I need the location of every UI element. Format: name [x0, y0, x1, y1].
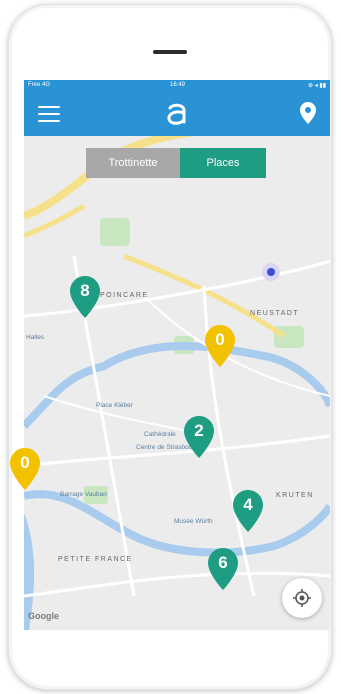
hamburger-icon[interactable] — [38, 106, 60, 122]
status-bar: Free 4G 16:49 ⊕ ◂ ▮▮ — [24, 80, 330, 92]
recenter-button[interactable] — [282, 578, 322, 618]
crosshair-icon — [293, 589, 311, 607]
marker-count: 8 — [80, 281, 90, 300]
station-marker[interactable]: 4 — [233, 490, 263, 532]
marker-count: 0 — [215, 330, 225, 349]
marker-count: 6 — [218, 553, 228, 572]
google-attribution: Google — [28, 611, 59, 621]
tab-trottinette[interactable]: Trottinette — [86, 148, 180, 178]
poi-label: Halles — [26, 334, 45, 341]
station-marker[interactable]: 2 — [184, 416, 214, 458]
station-marker[interactable]: 0 — [10, 448, 40, 490]
user-location-dot — [267, 268, 275, 276]
district-label: NEUSTADT — [250, 310, 300, 317]
app-screen: Free 4G 16:49 ⊕ ◂ ▮▮ Trottinette Places — [24, 80, 330, 630]
station-marker[interactable]: 0 — [205, 325, 235, 367]
mode-toggle: Trottinette Places — [86, 148, 266, 178]
station-marker[interactable]: 8 — [70, 276, 100, 318]
phone-speaker — [153, 50, 187, 54]
app-header — [24, 92, 330, 136]
carrier-label: Free 4G — [28, 82, 51, 88]
map-pin-icon[interactable] — [300, 102, 316, 124]
district-label: KRUTEN — [276, 492, 314, 499]
park-area — [274, 326, 304, 348]
marker-count: 0 — [20, 453, 30, 472]
poi-label: Cathédrale — [144, 431, 176, 438]
station-marker[interactable]: 6 — [208, 548, 238, 590]
park-area — [100, 218, 130, 246]
district-label: PETITE FRANCE — [58, 556, 133, 563]
app-logo-icon — [167, 103, 186, 125]
poi-label: Musée Würth — [174, 518, 213, 525]
marker-count: 4 — [243, 495, 253, 514]
poi-label: Barrage Vauban — [60, 491, 107, 498]
tab-places[interactable]: Places — [180, 148, 266, 178]
poi-label: Place Kléber — [96, 402, 133, 409]
marker-count: 2 — [194, 421, 204, 440]
status-time: 16:49 — [170, 82, 186, 88]
district-label: POINCARE — [100, 292, 149, 299]
status-icons: ⊕ ◂ ▮▮ — [308, 83, 326, 89]
